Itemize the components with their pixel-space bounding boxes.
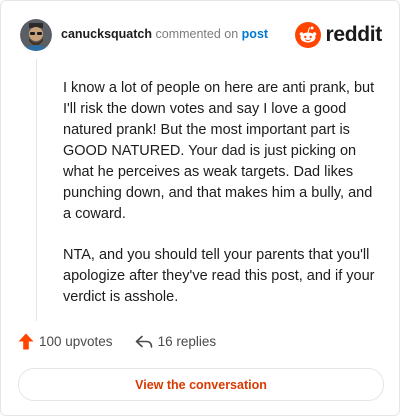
view-conversation-button[interactable]: View the conversation [18, 368, 384, 401]
replies-stat[interactable]: 16 replies [135, 334, 217, 349]
upvote-arrow-icon [18, 333, 34, 350]
reddit-logo[interactable]: reddit [295, 20, 382, 50]
comment-paragraph: I know a lot of people on here are anti … [63, 80, 375, 222]
username-link[interactable]: canucksquatch [61, 27, 152, 41]
comment-byline: canucksquatch commented on post [61, 27, 268, 41]
comment-stats: 100 upvotes 16 replies [18, 333, 216, 350]
replies-count: 16 replies [157, 334, 217, 349]
reply-arrow-icon [135, 335, 152, 348]
thread-line [36, 59, 37, 321]
brand-wordmark: reddit [325, 23, 382, 46]
avatar-icon [20, 19, 52, 51]
upvotes-count: 100 upvotes [39, 334, 113, 349]
comment-paragraph: NTA, and you should tell your parents th… [63, 247, 375, 305]
post-link[interactable]: post [242, 27, 268, 41]
user-avatar[interactable] [20, 19, 52, 51]
action-text: commented on [155, 27, 239, 41]
upvotes-stat[interactable]: 100 upvotes [18, 333, 113, 350]
comment-body: I know a lot of people on here are anti … [63, 78, 381, 328]
comment-header: canucksquatch commented on post reddit [20, 19, 382, 51]
reddit-snoo-icon [295, 22, 322, 48]
embedded-comment-card: canucksquatch commented on post reddit I… [0, 0, 400, 416]
